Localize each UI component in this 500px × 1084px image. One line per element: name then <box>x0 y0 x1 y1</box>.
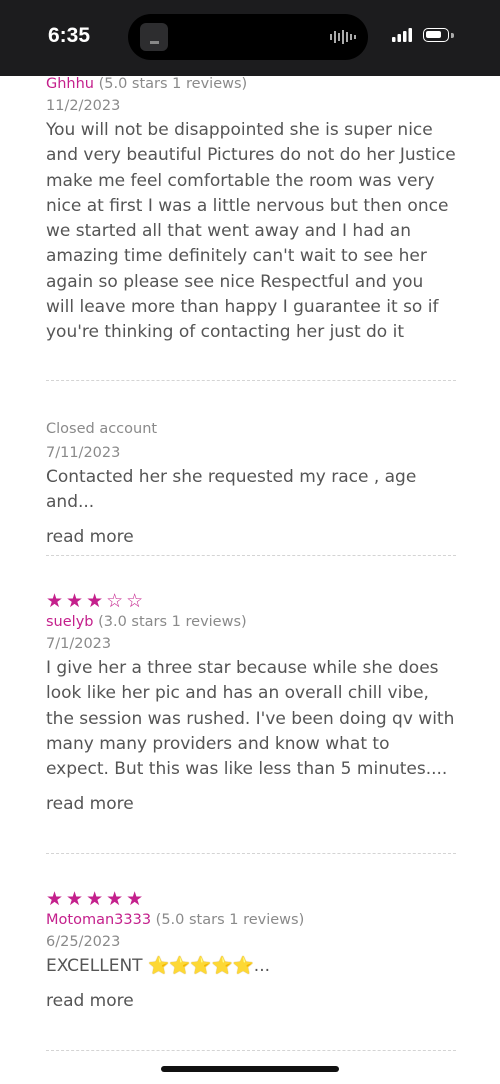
review-body: Contacted her she requested my race , ag… <box>46 467 417 513</box>
review-body: You will not be disappointed she is supe… <box>46 120 456 343</box>
status-bar: 6:35 <box>0 0 500 76</box>
review-item: Ghhhu (5.0 stars 1 reviews) 11/2/2023 Yo… <box>46 76 456 346</box>
review-body: I give her a three star because while sh… <box>46 658 455 780</box>
audio-waveform-icon <box>330 30 356 44</box>
star-rating: ★★★☆☆ <box>46 590 147 612</box>
reviewer-rating-summary: (5.0 stars 1 reviews) <box>98 76 248 92</box>
review-divider <box>46 555 456 556</box>
battery-tip <box>451 33 454 38</box>
reviewer-username-link[interactable]: suelyb <box>46 614 93 630</box>
dynamic-island[interactable] <box>128 14 368 60</box>
review-body-ellipsis: ... <box>253 956 271 976</box>
review-date: 6/25/2023 <box>46 934 121 950</box>
review-item: Closed account 7/11/2023 Contacted her s… <box>46 421 456 547</box>
reviewer-username-link[interactable]: Ghhhu <box>46 76 94 92</box>
now-playing-app-icon <box>140 23 168 51</box>
review-divider <box>46 380 456 381</box>
read-more-link[interactable]: read more <box>46 527 456 547</box>
review-body: EXCELLENT ⭐⭐⭐⭐⭐... <box>46 954 456 979</box>
review-user-line: Motoman3333 (5.0 stars 1 reviews) <box>46 912 456 928</box>
review-user-line: Ghhhu (5.0 stars 1 reviews) <box>46 76 456 92</box>
cellular-signal-icon <box>392 28 412 42</box>
review-item: ★★★★★ Motoman3333 (5.0 stars 1 reviews) … <box>46 888 456 1011</box>
read-more-link[interactable]: read more <box>46 991 456 1011</box>
status-time: 6:35 <box>48 24 91 47</box>
review-date: 11/2/2023 <box>46 98 121 114</box>
read-more-link[interactable]: read more <box>46 794 456 814</box>
review-user-line: suelyb (3.0 stars 1 reviews) <box>46 614 456 630</box>
review-divider <box>46 853 456 854</box>
star-rating: ★★★★★ <box>46 888 147 910</box>
review-date: 7/11/2023 <box>46 445 121 461</box>
review-body-text: EXCELLENT <box>46 956 148 976</box>
review-date: 7/1/2023 <box>46 636 112 652</box>
reviewer-rating-summary: (3.0 stars 1 reviews) <box>98 614 247 630</box>
review-item: ★★★☆☆ suelyb (3.0 stars 1 reviews) 7/1/2… <box>46 590 456 814</box>
reviewer-rating-summary: (5.0 stars 1 reviews) <box>155 912 305 928</box>
reviewer-username-link[interactable]: Motoman3333 <box>46 912 151 928</box>
battery-icon <box>423 28 449 42</box>
reviewer-closed-account: Closed account <box>46 421 158 437</box>
gold-star-emoji-icon: ⭐⭐⭐⭐⭐ <box>147 956 254 976</box>
home-indicator[interactable] <box>161 1066 339 1072</box>
review-divider <box>46 1050 456 1051</box>
